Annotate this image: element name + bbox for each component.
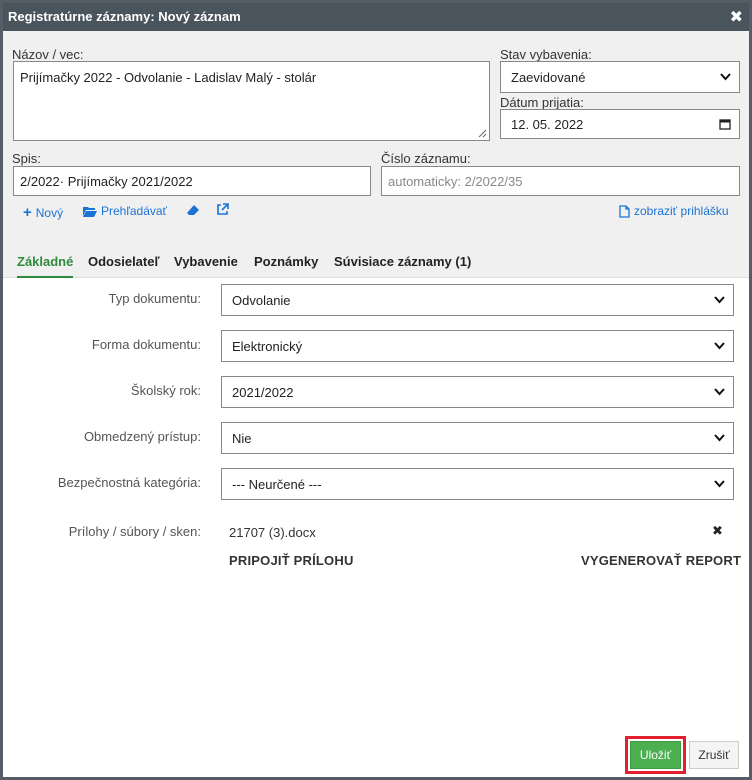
tab-zakladne[interactable]: Základné [17,254,74,278]
stav-label: Stav vybavenia: [500,47,592,62]
nazov-value: Prijímačky 2022 - Odvolanie - Ladislav M… [20,70,317,85]
novy-button[interactable]: + Nový [23,204,63,221]
chevron-down-icon [720,73,731,81]
tab-bar: Základné Odosielateľ Vybavenie Poznámky … [3,238,749,278]
header-form: Názov / vec: Prijímačky 2022 - Odvolanie… [3,31,749,238]
close-icon[interactable]: ✖ [730,7,743,27]
tab-vybavenie[interactable]: Vybavenie [174,254,238,269]
spis-label: Spis: [12,151,41,166]
dialog-titlebar: Registratúrne záznamy: Nový záznam ✖ [3,3,749,31]
bezpecnostna-kategoria-label: Bezpečnostná kategória: [57,475,201,490]
datum-label: Dátum prijatia: [500,95,584,110]
resize-handle-icon[interactable] [478,129,487,138]
forma-dokumentu-select[interactable]: Elektronický [221,330,734,362]
eraser-icon [187,205,199,215]
cancel-button[interactable]: Zrušiť [689,741,739,769]
tab-odosielatel[interactable]: Odosielateľ [88,254,159,269]
novy-label: Nový [35,205,64,220]
forma-dokumentu-value: Elektronický [232,338,303,354]
skolsky-rok-select[interactable]: 2021/2022 [221,376,734,408]
attachment-filename[interactable]: 21707 (3).docx [229,525,316,540]
prilohy-label: Prílohy / súbory / sken: [68,524,201,539]
save-button[interactable]: Uložiť [630,741,681,769]
tab-poznamky[interactable]: Poznámky [254,254,318,269]
forma-dokumentu-label: Forma dokumentu: [91,337,201,352]
typ-dokumentu-label: Typ dokumentu: [108,291,202,306]
chevron-down-icon [714,480,725,488]
typ-dokumentu-value: Odvolanie [232,292,291,308]
cislo-input[interactable]: automaticky: 2/2022/35 [381,166,740,196]
datum-value: 12. 05. 2022 [511,116,584,132]
delete-attachment-icon[interactable]: ✖ [712,523,723,539]
nazov-textarea[interactable]: Prijímačky 2022 - Odvolanie - Ladislav M… [13,61,490,141]
bezpecnostna-kategoria-select[interactable]: --- Neurčené --- [221,468,734,500]
external-link-button[interactable] [216,203,229,216]
cislo-placeholder: automaticky: 2/2022/35 [388,173,523,189]
obmedzeny-pristup-label: Obmedzený prístup: [83,429,201,444]
eraser-button[interactable] [186,204,200,216]
spis-input[interactable]: 2/2022· Prijímačky 2021/2022 [13,166,371,196]
zobrazit-prihlasku-link[interactable]: zobraziť prihlášku [619,204,729,218]
chevron-down-icon [714,434,725,442]
pripojit-prilohu-button[interactable]: PRIPOJIŤ PRÍLOHU [229,553,354,568]
chevron-down-icon [714,342,725,350]
prehladavat-label: Prehľadávať [101,204,168,218]
stav-value: Zaevidované [511,69,586,85]
folder-open-icon [83,206,97,217]
prehladavat-button[interactable]: Prehľadávať [83,204,167,218]
bezpecnostna-kategoria-value: --- Neurčené --- [232,476,322,492]
zobrazit-prihlasku-label: zobraziť prihlášku [634,204,729,218]
chevron-down-icon [714,388,725,396]
dialog-title: Registratúrne záznamy: Nový záznam [8,9,241,24]
file-icon [619,204,630,218]
skolsky-rok-value: 2021/2022 [232,384,294,400]
chevron-down-icon [714,296,725,304]
calendar-icon[interactable] [719,118,731,130]
skolsky-rok-label: Školský rok: [130,383,201,398]
tab-suvisiace-zaznamy[interactable]: Súvisiace záznamy (1) [334,254,471,269]
nazov-label: Názov / vec: [12,47,84,62]
dialog: Registratúrne záznamy: Nový záznam ✖ Náz… [0,0,752,780]
cislo-label: Číslo záznamu: [381,151,471,166]
plus-icon: + [23,204,32,221]
stav-select[interactable]: Zaevidované [500,61,740,93]
obmedzeny-pristup-select[interactable]: Nie [221,422,734,454]
typ-dokumentu-select[interactable]: Odvolanie [221,284,734,316]
external-link-icon [217,203,229,215]
spis-value: 2/2022· Prijímačky 2021/2022 [20,173,193,189]
datum-input[interactable]: 12. 05. 2022 [500,109,740,139]
obmedzeny-pristup-value: Nie [232,430,252,446]
vygenerovat-report-button[interactable]: VYGENEROVAŤ REPORT [581,553,741,568]
